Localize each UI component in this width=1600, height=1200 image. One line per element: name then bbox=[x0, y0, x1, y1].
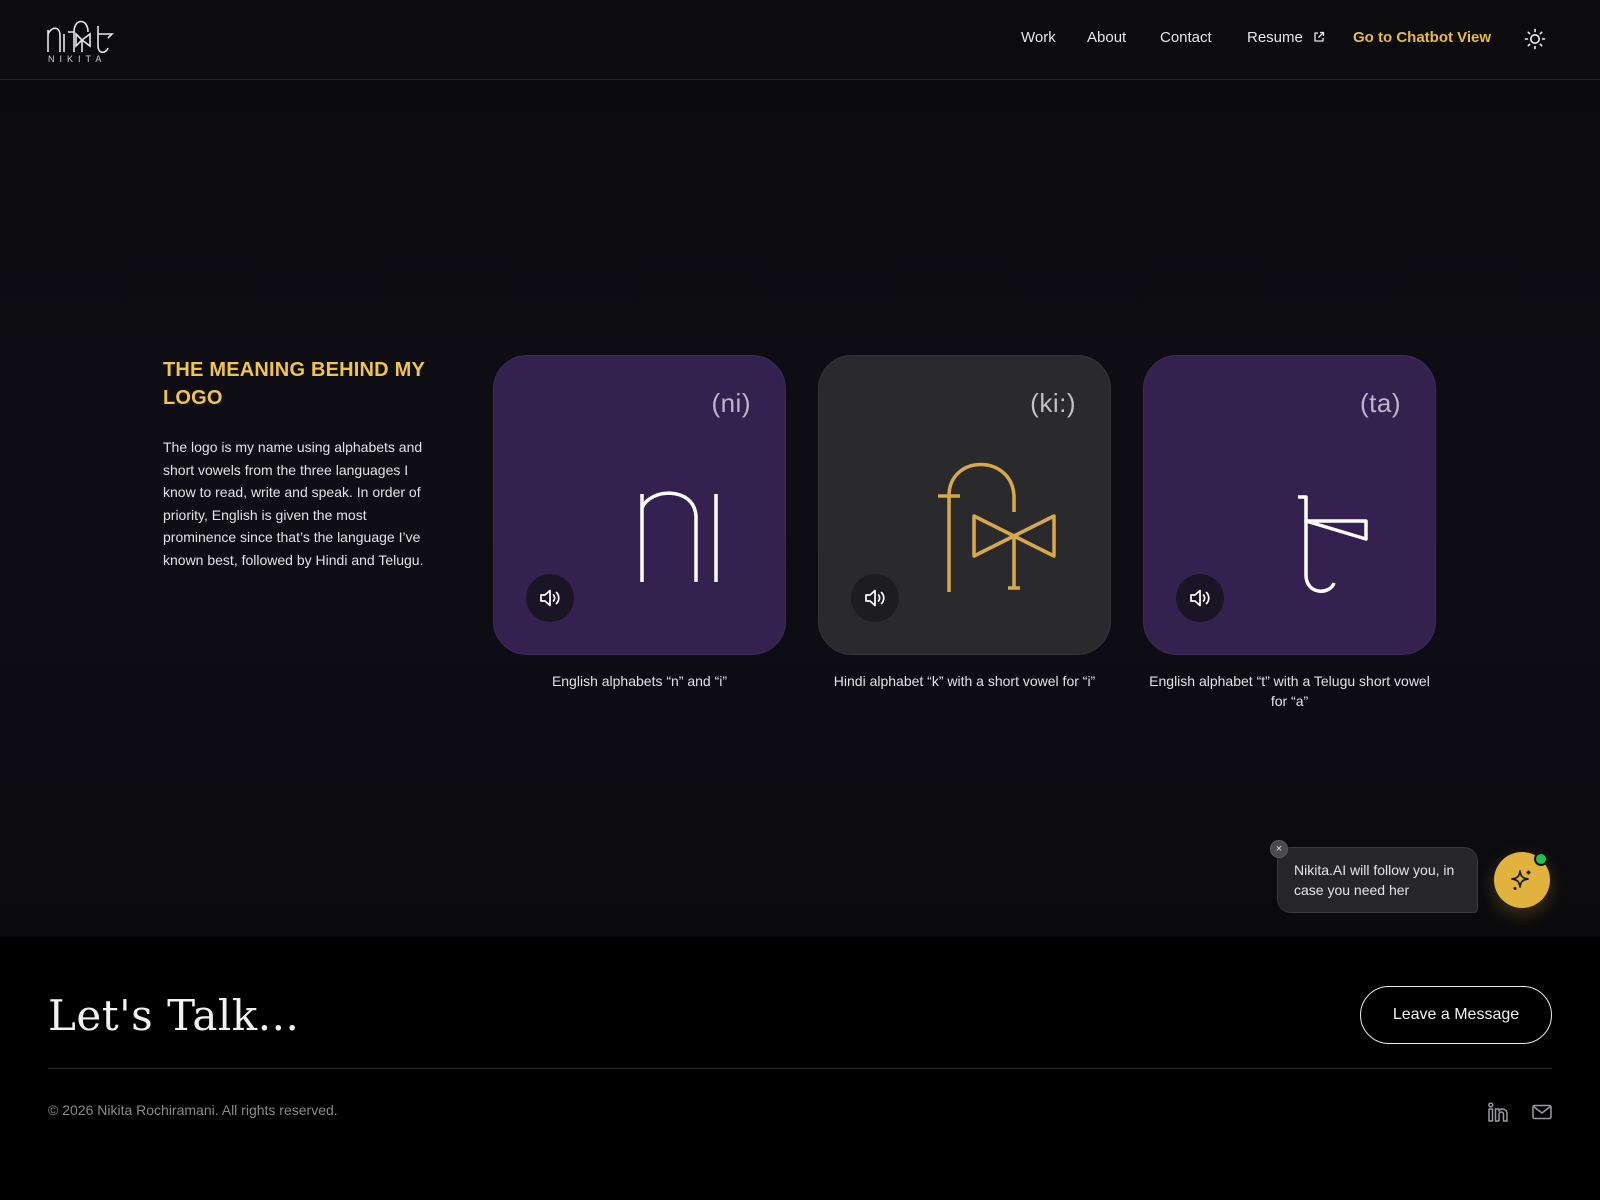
close-icon[interactable]: × bbox=[1270, 840, 1288, 858]
speaker-icon bbox=[865, 589, 885, 607]
sun-icon[interactable] bbox=[1524, 28, 1546, 50]
card-ta: (ta) bbox=[1143, 355, 1436, 655]
main-nav: Work About Contact Resume Go to Chatbot … bbox=[0, 29, 1600, 51]
phonetic-label: (ta) bbox=[1360, 388, 1401, 418]
card-caption: English alphabets “n” and “i” bbox=[551, 673, 728, 689]
sparkle-icon bbox=[1511, 870, 1531, 890]
nav-contact[interactable]: Contact bbox=[1160, 29, 1212, 46]
card-caption: English alphabet “t” with a Telugu short… bbox=[1149, 673, 1430, 709]
logo-wordmark: NIKITA bbox=[48, 54, 107, 64]
chat-teaser-bubble[interactable]: Nikita.AI will follow you, in case you n… bbox=[1277, 847, 1478, 913]
nav-work[interactable]: Work bbox=[1021, 29, 1056, 46]
card-ki: (ki:) bbox=[818, 355, 1111, 655]
site-header: NIKITA Work About Contact Resume Go to C… bbox=[0, 0, 1600, 80]
online-status-dot bbox=[1534, 852, 1548, 866]
card-caption: Hindi alphabet “k” with a short vowel fo… bbox=[833, 673, 1096, 689]
section-title: THE MEANING BEHIND MY LOGO bbox=[163, 359, 425, 409]
external-link-icon bbox=[1314, 31, 1325, 42]
phonetic-label: (ki:) bbox=[1030, 388, 1076, 418]
play-audio-button[interactable] bbox=[526, 574, 574, 622]
card-ni: (ni) bbox=[493, 355, 786, 655]
nav-about[interactable]: About bbox=[1087, 29, 1126, 46]
glyph-ni-icon bbox=[640, 491, 718, 582]
copyright-text: © 2026 Nikita Rochiramani. All rights re… bbox=[48, 1102, 338, 1118]
leave-message-button[interactable]: Leave a Message bbox=[1360, 986, 1552, 1044]
play-audio-button[interactable] bbox=[851, 574, 899, 622]
glyph-ki-icon bbox=[938, 462, 1056, 592]
mail-icon[interactable] bbox=[1531, 1101, 1553, 1123]
glyph-ta-icon bbox=[1298, 495, 1368, 593]
linkedin-icon[interactable] bbox=[1487, 1101, 1509, 1123]
chatbot-view-link[interactable]: Go to Chatbot View bbox=[1353, 29, 1491, 46]
speaker-icon bbox=[540, 589, 560, 607]
play-audio-button[interactable] bbox=[1176, 574, 1224, 622]
logo-meaning-section: THE MEANING BEHIND MY LOGO The logo is m… bbox=[0, 80, 1600, 937]
nav-resume-label: Resume bbox=[1247, 29, 1303, 46]
section-description: The logo is my name using alphabets and … bbox=[163, 439, 424, 568]
phonetic-label: (ni) bbox=[711, 388, 751, 418]
footer-divider bbox=[48, 1068, 1552, 1069]
speaker-icon bbox=[1190, 589, 1210, 607]
footer-heading: Let's Talk... bbox=[48, 991, 300, 1040]
site-footer: Let's Talk... Leave a Message © 2026 Nik… bbox=[0, 937, 1600, 1200]
nav-resume[interactable]: Resume bbox=[1247, 29, 1325, 46]
